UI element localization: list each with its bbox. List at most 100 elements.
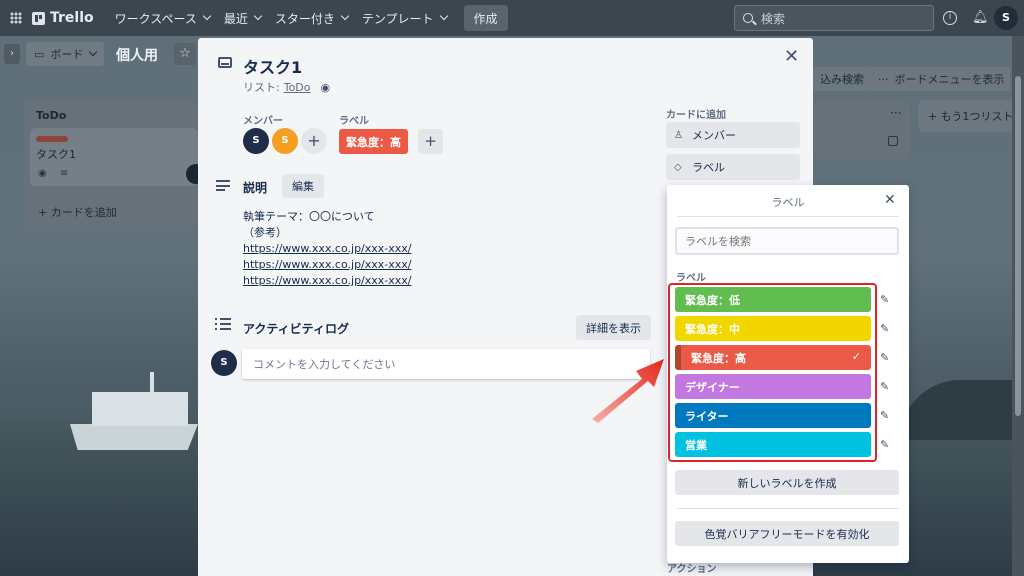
chevron-down-icon <box>89 47 98 57</box>
side-members-button[interactable]: ♙ メンバー <box>666 122 800 148</box>
star-icon[interactable]: ☆ <box>174 43 196 65</box>
bell-icon[interactable]: 🔔︎ <box>972 10 989 25</box>
member-avatar[interactable]: S <box>272 128 298 154</box>
board-view-icon: ▭ <box>34 47 45 61</box>
nav-templates[interactable]: テンプレート <box>355 4 454 32</box>
create-label-button[interactable]: 新しいラベルを作成 <box>675 470 899 495</box>
list-menu-icon[interactable]: ··· <box>890 106 901 120</box>
description-link[interactable]: https://www.xxx.co.jp/xxx-xxx/ <box>243 257 412 273</box>
board-card[interactable]: タスク1 ◉ ≡ <box>30 128 206 186</box>
description-title: 説明 <box>243 181 268 195</box>
members-label: メンバー <box>243 116 283 127</box>
scrollbar-thumb[interactable] <box>1015 76 1021 416</box>
pencil-icon[interactable]: ✎ <box>880 380 889 393</box>
trello-board-icon <box>32 11 45 25</box>
card-title[interactable]: タスク1 <box>243 54 302 78</box>
apps-grid-icon[interactable] <box>10 12 22 24</box>
board-background-boat <box>70 372 198 452</box>
person-icon: ♙ <box>674 129 683 141</box>
tag-icon: ◇ <box>674 161 682 173</box>
chevron-down-icon <box>202 11 212 21</box>
board-title[interactable]: 個人用 <box>116 45 158 65</box>
divider <box>677 508 899 509</box>
scrollbar[interactable] <box>1012 36 1024 576</box>
description-icon: ≡ <box>60 168 69 179</box>
chevron-down-icon <box>253 11 263 21</box>
copy-icon[interactable] <box>888 136 898 146</box>
list-prefix: リスト: <box>243 81 280 94</box>
nav-workspaces[interactable]: ワークスペース <box>108 4 217 32</box>
annotation-arrow-icon <box>592 359 664 423</box>
applied-label-chip[interactable]: 緊急度：高 <box>339 129 408 154</box>
labels-section-label: ラベル <box>676 273 706 284</box>
nav-starred[interactable]: スター付き <box>268 4 355 32</box>
description-icon <box>216 180 230 194</box>
board-card-title: タスク1 <box>36 148 76 161</box>
description-link[interactable]: https://www.xxx.co.jp/xxx-xxx/ <box>243 273 412 289</box>
divider <box>677 216 899 217</box>
nav-templates-label: テンプレート <box>361 11 434 26</box>
labels-label: ラベル <box>339 116 369 127</box>
board-view-switcher[interactable]: ▭ ボード <box>26 42 105 66</box>
account-avatar[interactable]: S <box>994 6 1018 30</box>
watch-icon: ◉ <box>38 168 47 179</box>
list-link[interactable]: ToDo <box>284 81 311 94</box>
pencil-icon[interactable]: ✎ <box>880 409 889 422</box>
card-icon <box>218 57 232 68</box>
add-to-card-label: カードに追加 <box>666 110 726 121</box>
side-labels-label: ラベル <box>692 161 725 174</box>
more-icon: ··· <box>878 72 889 86</box>
filter-button[interactable]: 込み検索 <box>812 67 872 91</box>
add-list-button[interactable]: + もう1つリスト <box>918 100 1024 132</box>
search-placeholder: 検索 <box>761 11 786 26</box>
annotation-highlight-box <box>668 283 877 462</box>
close-icon[interactable]: ✕ <box>884 192 896 208</box>
create-button[interactable]: 作成 <box>463 5 508 31</box>
board-menu-label: ボードメニューを表示 <box>894 73 1005 86</box>
add-member-button[interactable]: + <box>301 128 327 154</box>
show-details-button[interactable]: 詳細を表示 <box>576 315 651 340</box>
side-members-label: メンバー <box>692 129 736 142</box>
edit-description-button[interactable]: 編集 <box>282 174 324 198</box>
pencil-icon[interactable]: ✎ <box>880 438 889 451</box>
list-reference: リスト: ToDo ◉ <box>243 79 330 95</box>
trello-logo-text: Trello <box>50 10 94 26</box>
board-menu-button[interactable]: ··· ボードメニューを表示 <box>870 67 1010 91</box>
label-search-input[interactable] <box>675 227 899 255</box>
add-card-button[interactable]: + カードを追加 <box>38 204 117 220</box>
nav-workspaces-label: ワークスペース <box>114 11 197 26</box>
chevron-down-icon <box>439 11 448 21</box>
close-icon[interactable]: ✕ <box>784 48 799 66</box>
sidebar-toggle-icon[interactable]: › <box>4 44 20 64</box>
member-avatar[interactable]: S <box>243 128 269 154</box>
search-icon <box>743 13 753 23</box>
description-line: 執筆テーマ：〇〇について <box>243 210 375 223</box>
nav-recent-label: 最近 <box>223 11 248 26</box>
activity-icon <box>215 318 231 333</box>
list-todo: ToDo タスク1 ◉ ≡ + カードを追加 <box>24 100 206 228</box>
nav-recent[interactable]: 最近 <box>217 4 268 32</box>
activity-title: アクティビティログ <box>243 322 349 336</box>
top-nav-menu: ワークスペース 最近 スター付き テンプレート 作成 <box>108 4 508 32</box>
list-second: ··· <box>812 100 910 160</box>
add-label-button[interactable]: + <box>418 129 443 154</box>
pencil-icon[interactable]: ✎ <box>880 322 889 335</box>
pencil-icon[interactable]: ✎ <box>880 293 889 306</box>
list-title[interactable]: ToDo <box>36 109 66 122</box>
description-line: （参考） <box>243 226 287 239</box>
description-link[interactable]: https://www.xxx.co.jp/xxx-xxx/ <box>243 241 412 257</box>
comment-avatar: S <box>211 350 237 376</box>
colorblind-mode-button[interactable]: 色覚バリアフリーモードを有効化 <box>675 521 899 546</box>
board-view-label: ボード <box>50 48 84 61</box>
trello-logo[interactable]: Trello <box>32 10 94 26</box>
description-body[interactable]: 執筆テーマ：〇〇について （参考） https://www.xxx.co.jp/… <box>243 209 412 289</box>
chevron-down-icon <box>340 11 350 21</box>
nav-starred-label: スター付き <box>274 11 335 26</box>
search-input[interactable]: 検索 <box>734 5 934 31</box>
label-popover-title: ラベル <box>771 196 805 209</box>
card-label-stripe <box>36 136 68 142</box>
info-icon[interactable]: i <box>943 11 957 25</box>
side-labels-button[interactable]: ◇ ラベル <box>666 154 800 180</box>
pencil-icon[interactable]: ✎ <box>880 351 889 364</box>
watch-icon[interactable]: ◉ <box>321 81 331 94</box>
